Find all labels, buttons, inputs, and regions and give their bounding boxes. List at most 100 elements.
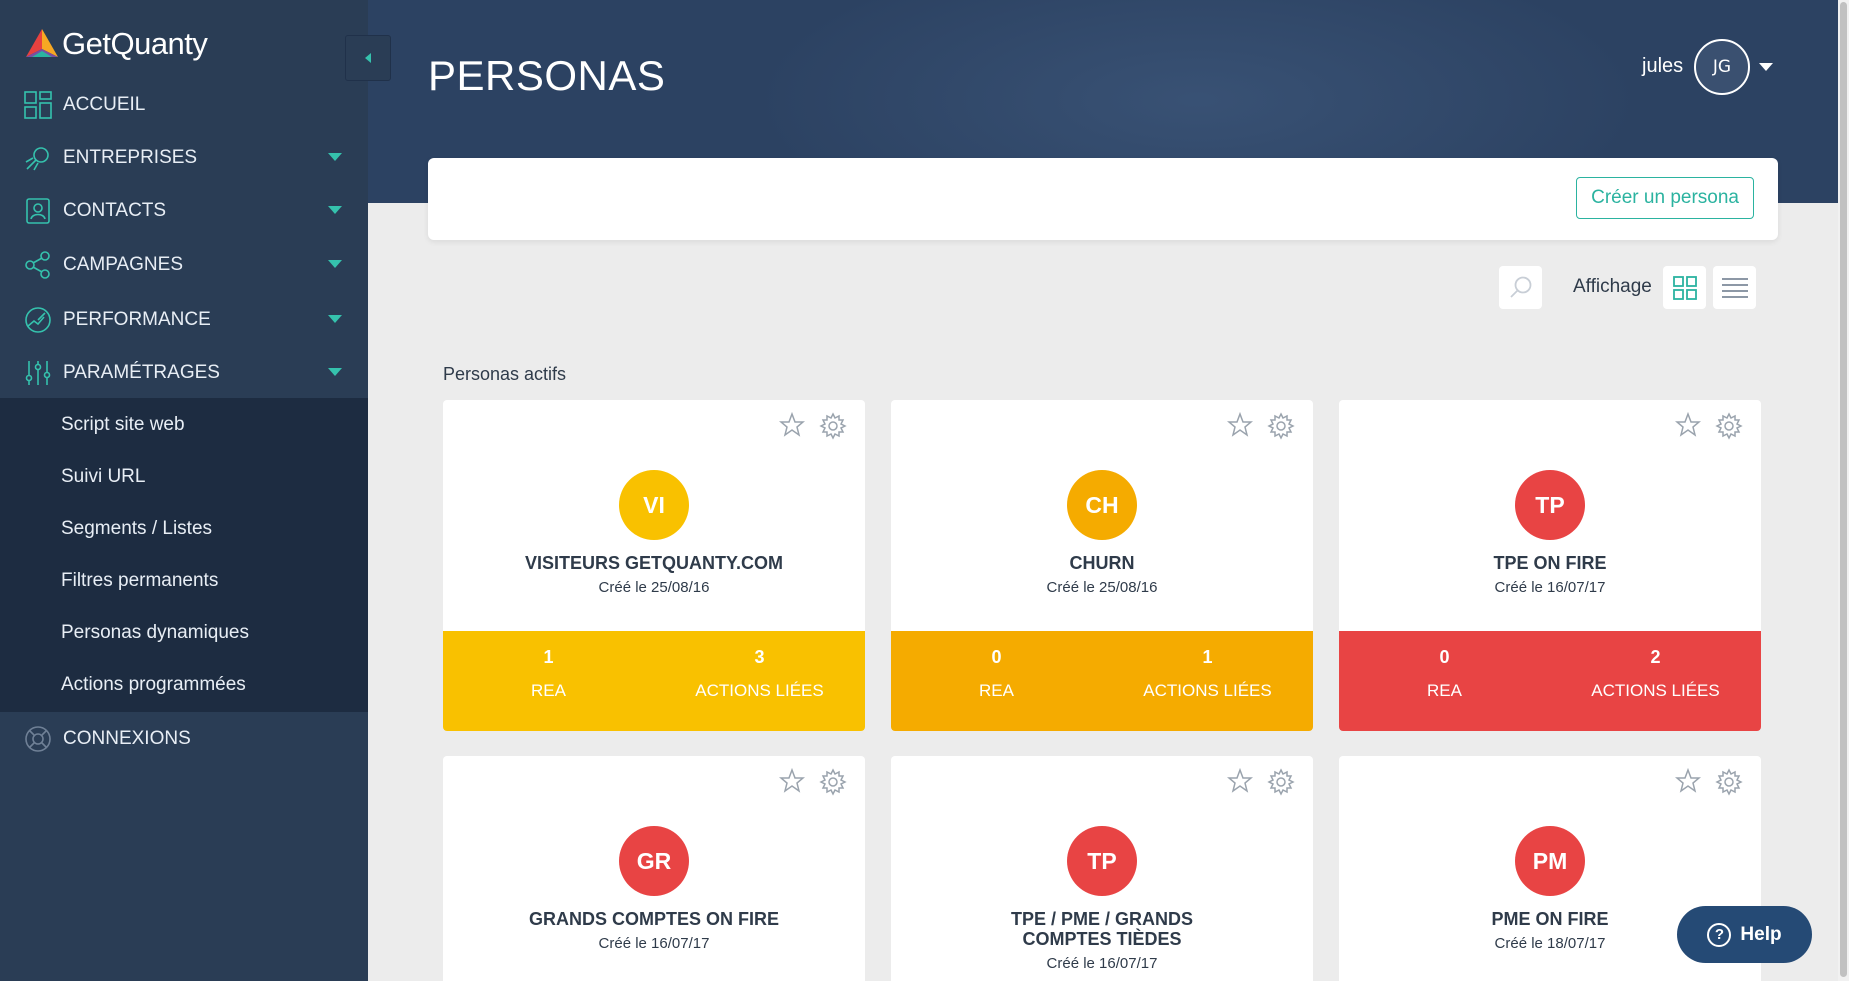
- star-icon[interactable]: [779, 768, 805, 794]
- persona-stats: 1 REA 3 ACTIONS LIÉES: [443, 631, 865, 731]
- persona-name-line: TPE / PME / GRANDS: [1010, 909, 1194, 929]
- submenu-item-script[interactable]: Script site web: [61, 414, 185, 436]
- submenu-item-actions[interactable]: Actions programmées: [61, 674, 246, 696]
- persona-card[interactable]: TP TPE ON FIRE Créé le 16/07/17 0 REA 2 AC…: [1339, 400, 1761, 731]
- sidebar-item-label: PARAMÉTRAGES: [63, 362, 220, 383]
- sidebar-item-label: PERFORMANCE: [63, 309, 211, 330]
- actions-count: 3: [754, 647, 765, 667]
- actions-label: ACTIONS LIÉES: [1143, 681, 1272, 700]
- logo[interactable]: GetQuanty: [24, 26, 208, 62]
- dashboard-icon: [24, 91, 52, 119]
- actions-label: ACTIONS LIÉES: [1591, 681, 1720, 700]
- sidebar: GetQuanty ACCUEIL ENTREPRISES CONTACTS C…: [0, 0, 368, 981]
- persona-avatar: VI: [619, 470, 689, 540]
- logo-text: GetQuanty: [62, 26, 208, 61]
- search-icon: [1509, 276, 1531, 298]
- persona-date: Créé le 16/07/17: [1494, 579, 1606, 596]
- persona-avatar: PM: [1515, 826, 1585, 896]
- chevron-left-icon: [365, 53, 371, 63]
- grid-icon: [1672, 275, 1697, 300]
- sliders-icon: [25, 361, 51, 385]
- persona-card[interactable]: TP TPE / PME / GRANDS COMPTES TIÈDES Cré…: [891, 756, 1313, 981]
- settings-submenu: Script site web Suivi URL Segments / Lis…: [0, 398, 368, 712]
- rea-label: REA: [531, 681, 566, 700]
- rea-label: REA: [979, 681, 1014, 700]
- list-icon: [1721, 277, 1748, 298]
- persona-date: Créé le 25/08/16: [598, 579, 710, 596]
- persona-avatar: TP: [1515, 470, 1585, 540]
- search-button[interactable]: [1499, 266, 1542, 309]
- submenu-item-filtres[interactable]: Filtres permanents: [61, 570, 218, 592]
- persona-avatar: GR: [619, 826, 689, 896]
- logo-mark-icon: [26, 29, 58, 57]
- rea-label: REA: [1427, 681, 1462, 700]
- sidebar-item-performance[interactable]: PERFORMANCE: [0, 296, 368, 344]
- sidebar-item-accueil[interactable]: ACCUEIL: [0, 81, 368, 129]
- question-icon: ?: [1707, 922, 1732, 947]
- persona-name: TPE / PME / GRANDS COMPTES TIÈDES: [891, 909, 1313, 949]
- actions-label: ACTIONS LIÉES: [695, 681, 824, 700]
- sidebar-item-entreprises[interactable]: ENTREPRISES: [0, 134, 368, 182]
- sidebar-item-label: ACCUEIL: [63, 94, 146, 115]
- sidebar-item-connexions[interactable]: CONNEXIONS: [0, 715, 368, 763]
- star-icon[interactable]: [1227, 768, 1253, 794]
- username[interactable]: jules: [1642, 55, 1683, 78]
- sidebar-item-label: ENTREPRISES: [63, 147, 198, 168]
- share-nodes-icon: [25, 251, 50, 279]
- persona-name: GRANDS COMPTES ON FIRE: [528, 909, 779, 929]
- submenu-item-suivi-url[interactable]: Suivi URL: [61, 466, 145, 488]
- gear-icon[interactable]: [819, 768, 847, 796]
- help-button[interactable]: ? Help: [1677, 906, 1812, 963]
- gear-icon[interactable]: [1267, 768, 1295, 796]
- sidebar-item-contacts[interactable]: CONTACTS: [0, 187, 368, 235]
- grid-view-button[interactable]: [1663, 266, 1706, 309]
- star-icon[interactable]: [779, 412, 805, 438]
- persona-date: Créé le 16/07/17: [598, 935, 710, 952]
- view-label: Affichage: [1573, 276, 1652, 297]
- submenu-item-segments[interactable]: Segments / Listes: [61, 518, 212, 540]
- gear-icon[interactable]: [1267, 412, 1295, 440]
- help-label: Help: [1740, 923, 1782, 945]
- persona-name: CHURN: [1069, 553, 1135, 573]
- chevron-down-icon: [328, 153, 342, 161]
- persona-date: Créé le 16/07/17: [1046, 955, 1158, 972]
- sidebar-item-parametrages[interactable]: PARAMÉTRAGES: [0, 349, 368, 397]
- persona-card[interactable]: GR GRANDS COMPTES ON FIRE Créé le 16/07/…: [443, 756, 865, 981]
- avatar[interactable]: JG: [1694, 39, 1750, 95]
- chevron-down-icon: [328, 368, 342, 376]
- star-icon[interactable]: [1675, 412, 1701, 438]
- persona-name: TPE ON FIRE: [1493, 553, 1607, 573]
- sidebar-item-label: CAMPAGNES: [63, 254, 184, 275]
- rea-count: 0: [1439, 647, 1450, 667]
- submenu-item-personas[interactable]: Personas dynamiques: [61, 622, 249, 644]
- rocket-icon: [25, 147, 49, 171]
- sidebar-item-label: CONTACTS: [63, 200, 167, 221]
- gauge-icon: [25, 307, 51, 333]
- rea-count: 0: [991, 647, 1002, 667]
- page-title: PERSONAS: [428, 52, 666, 99]
- persona-name: VISITEURS GETQUANTY.COM: [524, 553, 784, 573]
- persona-card[interactable]: CH CHURN Créé le 25/08/16 0 REA 1 ACTIONS …: [891, 400, 1313, 731]
- create-persona-button[interactable]: Créer un persona: [1576, 177, 1754, 219]
- gear-icon[interactable]: [819, 412, 847, 440]
- actions-count: 1: [1202, 647, 1213, 667]
- contact-card-icon: [26, 198, 50, 224]
- sidebar-item-campagnes[interactable]: CAMPAGNES: [0, 241, 368, 289]
- scrollbar-thumb[interactable]: [1840, 2, 1847, 977]
- gear-icon[interactable]: [1715, 768, 1743, 796]
- persona-name-line: COMPTES TIÈDES: [1022, 929, 1182, 949]
- sidebar-item-label: CONNEXIONS: [63, 728, 191, 749]
- chevron-down-icon: [328, 315, 342, 323]
- collapse-sidebar-button[interactable]: [345, 35, 391, 81]
- star-icon[interactable]: [1227, 412, 1253, 438]
- actions-count: 2: [1650, 647, 1661, 667]
- persona-date: Créé le 25/08/16: [1046, 579, 1158, 596]
- star-icon[interactable]: [1675, 768, 1701, 794]
- gear-icon[interactable]: [1715, 412, 1743, 440]
- persona-card[interactable]: VI VISITEURS GETQUANTY.COM Créé le 25/08…: [443, 400, 865, 731]
- user-menu-caret-icon[interactable]: [1759, 63, 1773, 71]
- toolbar-panel: Créer un persona: [428, 158, 1778, 240]
- persona-avatar: TP: [1067, 826, 1137, 896]
- list-view-button[interactable]: [1713, 266, 1756, 309]
- rea-count: 1: [543, 647, 554, 667]
